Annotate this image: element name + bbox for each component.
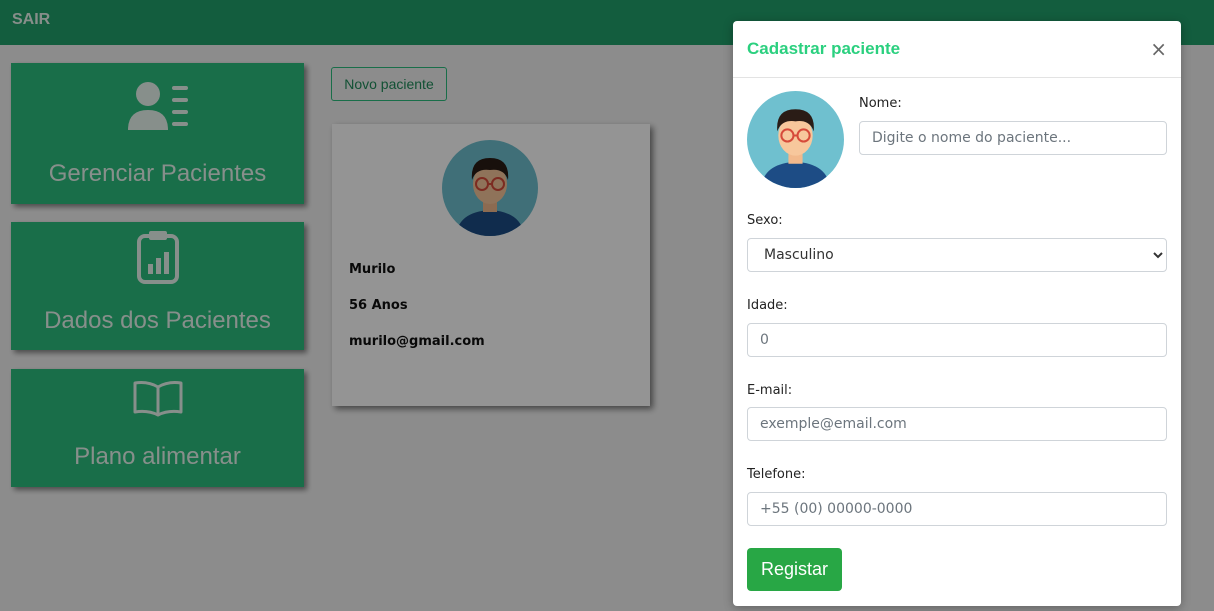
name-field[interactable]: [859, 121, 1167, 155]
sex-select[interactable]: Masculino: [747, 238, 1167, 272]
phone-field[interactable]: [747, 492, 1167, 526]
age-field[interactable]: [747, 323, 1167, 357]
modal-header: Cadastrar paciente ×: [733, 21, 1181, 78]
phone-label: Telefone:: [747, 467, 806, 482]
age-label: Idade:: [747, 298, 788, 313]
sex-label: Sexo:: [747, 213, 783, 228]
register-patient-modal: Cadastrar paciente × Nome: Sexo: Masculi…: [733, 21, 1181, 606]
register-button[interactable]: Registar: [747, 548, 842, 591]
email-field[interactable]: [747, 407, 1167, 441]
name-label: Nome:: [859, 96, 902, 111]
email-label: E-mail:: [747, 383, 793, 398]
modal-title: Cadastrar paciente: [747, 39, 901, 58]
patient-avatar-icon: [747, 91, 844, 188]
close-icon[interactable]: ×: [1150, 37, 1167, 61]
